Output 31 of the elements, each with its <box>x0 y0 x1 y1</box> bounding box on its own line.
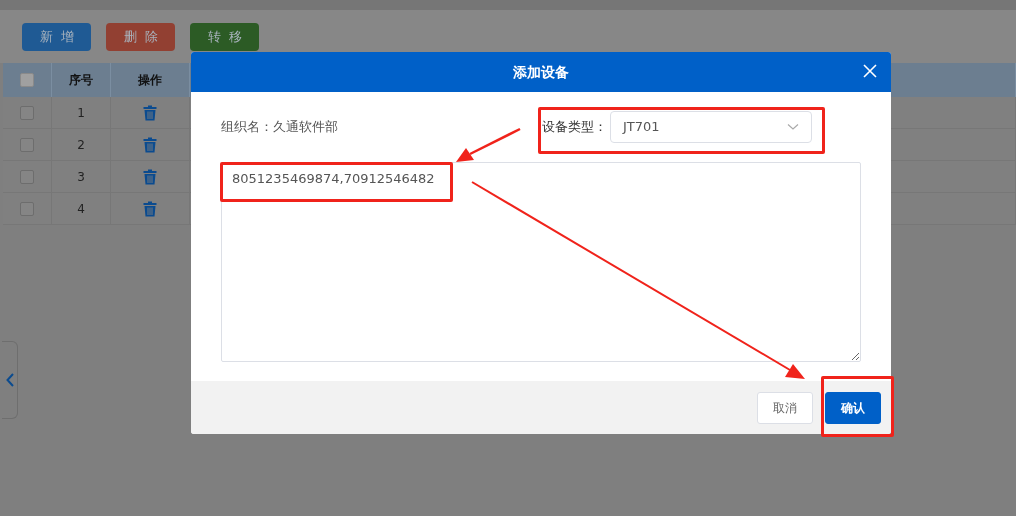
chevron-left-icon <box>5 373 14 387</box>
row-number: 4 <box>77 200 85 218</box>
row-number: 3 <box>77 168 85 186</box>
row-number: 2 <box>77 136 85 154</box>
column-header: 序号 <box>69 72 93 89</box>
row-checkbox[interactable] <box>20 105 34 120</box>
trash-icon[interactable] <box>143 104 157 121</box>
confirm-button[interactable]: 确认 <box>825 391 881 424</box>
column-header: 操作 <box>138 72 162 89</box>
toolbar-button[interactable]: 删除 <box>106 22 175 51</box>
arrow <box>456 127 521 162</box>
toolbar-button[interactable]: 转移 <box>190 22 259 51</box>
close-icon <box>861 62 879 80</box>
dialog-title: 添加设备 <box>513 62 569 82</box>
row-checkbox[interactable] <box>20 201 34 216</box>
row-checkbox[interactable] <box>20 137 34 152</box>
select-all-checkbox[interactable] <box>20 73 34 87</box>
close-button[interactable] <box>861 62 879 80</box>
collapse-tab[interactable] <box>2 341 18 419</box>
device-type-select[interactable]: JT701 <box>610 111 812 143</box>
toolbar-button[interactable]: 新增 <box>22 22 91 51</box>
device-numbers-field[interactable]: 8051235469874,70912546482 <box>221 162 861 362</box>
organization-label: 组织名：久通软件部 <box>221 118 338 137</box>
row-checkbox[interactable] <box>20 169 34 184</box>
trash-icon[interactable] <box>143 136 157 153</box>
trash-icon[interactable] <box>143 168 157 185</box>
device-type-label: 设备类型： <box>542 118 607 137</box>
cancel-button[interactable]: 取消 <box>757 391 813 424</box>
chevron-down-icon <box>787 123 799 131</box>
row-number: 1 <box>77 104 85 122</box>
trash-icon[interactable] <box>143 200 157 217</box>
